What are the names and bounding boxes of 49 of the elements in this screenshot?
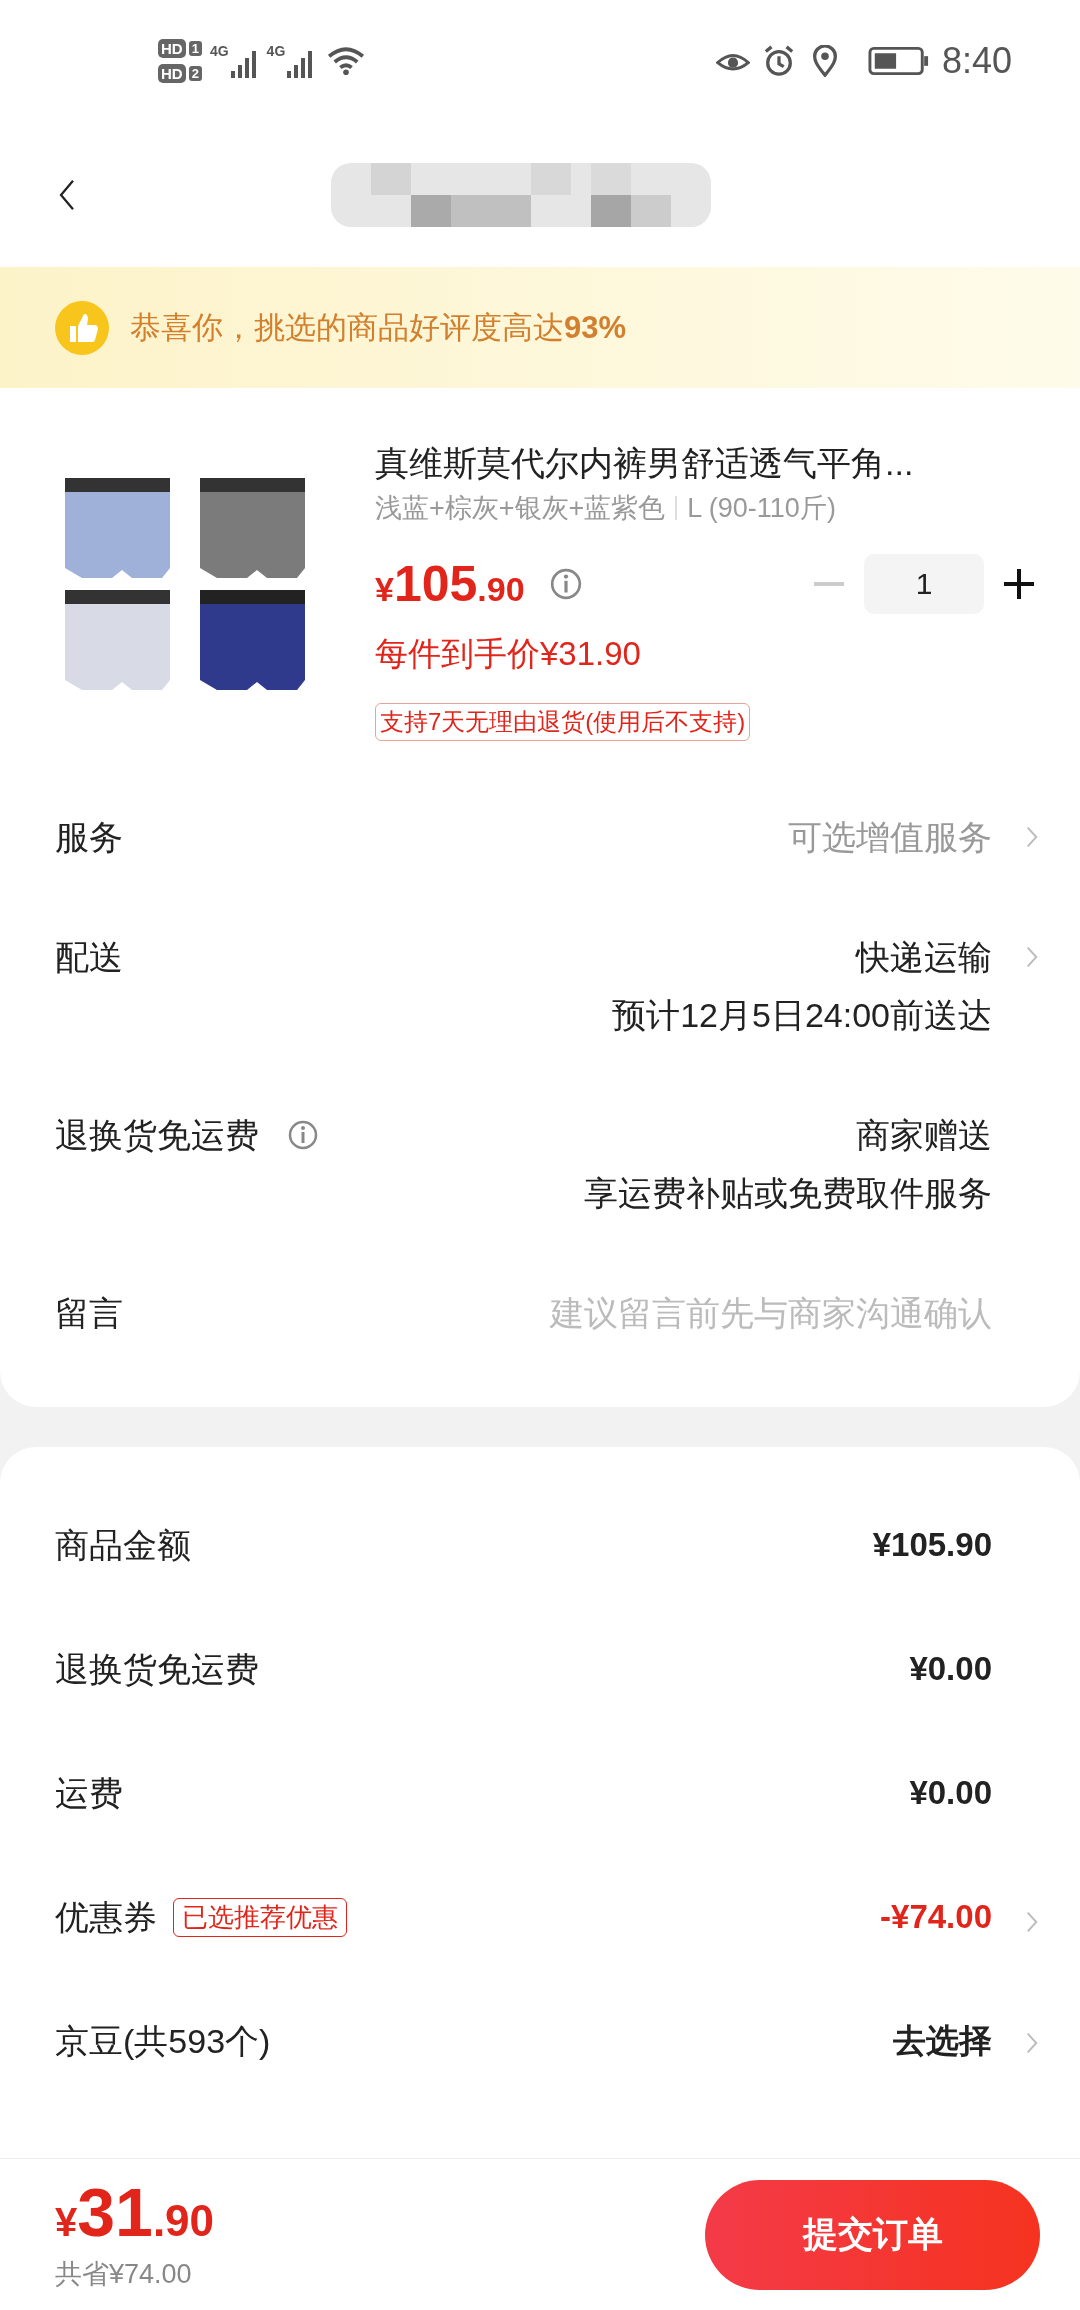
chevron-icon[interactable] [1026, 825, 1038, 849]
product-variant: 浅蓝+棕灰+银灰+蓝紫色 [375, 492, 666, 525]
option-value[interactable]: 快递运输 [856, 933, 992, 981]
summary-label: 京豆(共593个) [55, 2021, 271, 2062]
coupon-tag: 已选推荐优惠 [173, 1897, 347, 1937]
product-price: ¥105.90 [375, 555, 525, 613]
chevron-icon[interactable] [1026, 1910, 1038, 1934]
summary-label: 运费 [55, 1773, 123, 1814]
option-label: 服务 [55, 817, 123, 858]
clock-time: 8:40 [941, 40, 1012, 82]
sim-slot: 1 [188, 41, 202, 56]
info-icon[interactable] [548, 567, 583, 601]
unit-price: 每件到手价¥31.90 [375, 634, 642, 674]
signal-icon [228, 49, 259, 79]
summary-label: 商品金额 [55, 1525, 191, 1566]
summary-value[interactable]: -¥74.00 [880, 1898, 992, 1936]
return-policy-tag: 支持7天无理由退货(使用后不支持) [375, 703, 751, 741]
product-title: 真维斯莫代尔内裤男舒适透气平角... [375, 443, 915, 484]
summary-label: 优惠券 [55, 1897, 157, 1938]
summary-value: ¥0.00 [909, 1650, 992, 1688]
network-type: 4G [209, 43, 229, 59]
product-size: L (90-110斤) [687, 492, 836, 525]
thumbs-up-icon [54, 299, 110, 356]
option-value[interactable]: 享运费补贴或免费取件服务 [584, 1169, 992, 1217]
savings-text: 共省¥74.00 [55, 2257, 193, 2291]
hd-badge: HD [158, 64, 186, 83]
wifi-icon [327, 46, 366, 76]
option-label: 留言 [55, 1293, 123, 1334]
option-value[interactable]: 商家赠送 [856, 1111, 992, 1159]
chevron-icon[interactable] [1026, 945, 1038, 969]
summary-label: 退换货免运费 [55, 1649, 259, 1690]
battery-icon [867, 45, 930, 77]
info-icon[interactable] [287, 1119, 319, 1151]
sim-slot: 2 [188, 66, 202, 81]
option-value[interactable]: 预计12月5日24:00前送达 [612, 991, 992, 1039]
quantity-field[interactable]: 1 [864, 554, 984, 614]
total-price: ¥31.90 [55, 2177, 215, 2246]
minus-icon [814, 582, 844, 586]
option-label: 配送 [55, 937, 123, 978]
hd-badge: HD [158, 39, 186, 58]
option-label: 退换货免运费 [55, 1115, 259, 1156]
summary-value: ¥105.90 [872, 1526, 992, 1564]
rating-message: 恭喜你，挑选的商品好评度高达93% [130, 308, 627, 347]
network-type: 4G [266, 43, 286, 59]
chevron-icon[interactable] [1026, 2030, 1038, 2055]
summary-value[interactable]: 去选择 [893, 2018, 992, 2064]
submit-order-button[interactable]: 提交订单 [705, 2179, 1040, 2290]
summary-value: ¥0.00 [909, 1774, 992, 1812]
plus-icon [1004, 569, 1034, 599]
